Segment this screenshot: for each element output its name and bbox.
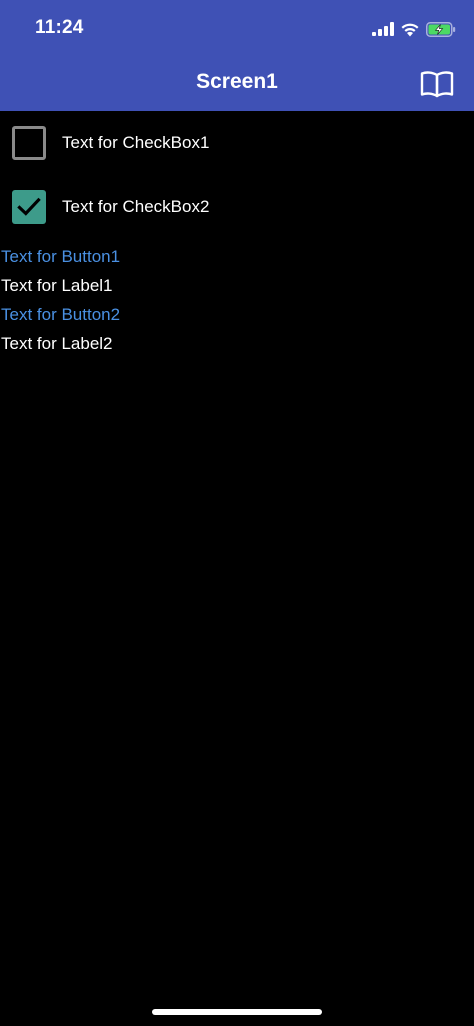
battery-charging-icon [426, 21, 456, 37]
checkbox1[interactable] [12, 126, 46, 160]
checkbox1-row[interactable]: Text for CheckBox1 [12, 125, 209, 161]
signal-icon [372, 22, 394, 36]
wifi-icon [401, 23, 419, 36]
checkbox2-row[interactable]: Text for CheckBox2 [12, 189, 209, 225]
label2: Text for Label2 [1, 334, 113, 353]
checkbox2[interactable] [12, 190, 46, 224]
app-bar: 11:24 Screen1 [0, 0, 474, 111]
status-time: 11:24 [35, 17, 84, 38]
checkmark-icon [17, 197, 41, 216]
checkbox2-label[interactable]: Text for CheckBox2 [62, 197, 209, 217]
home-indicator[interactable] [152, 1009, 322, 1015]
screen-title: Screen1 [196, 70, 278, 93]
button2[interactable]: Text for Button2 [1, 305, 120, 325]
book-icon[interactable] [420, 70, 454, 98]
checkbox1-label[interactable]: Text for CheckBox1 [62, 133, 209, 153]
label1: Text for Label1 [1, 276, 113, 295]
button1[interactable]: Text for Button1 [1, 247, 120, 267]
status-icons [372, 18, 456, 40]
